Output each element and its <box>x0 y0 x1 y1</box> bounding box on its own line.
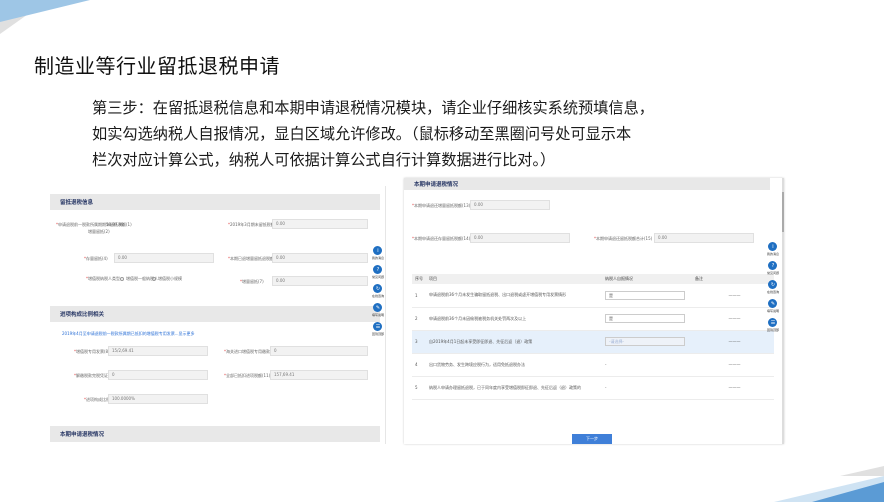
table-row: 1 申请退税前36个月未发生骗取留抵退税、出口退税或虚开增值税专用发票情形 是 … <box>412 284 774 308</box>
question-icon: ? <box>768 261 778 270</box>
tool-top[interactable]: ☰ 回到顶部 <box>767 318 779 332</box>
step-instructions: 第三步：在留抵退税信息和本期申请退税情况模块，请企业仔细核实系统预填信息， 如实… <box>92 95 732 173</box>
col-note: 备注 <box>692 274 774 284</box>
menu-icon: ☰ <box>768 318 778 327</box>
corner-decoration-bottom-right-blue <box>812 482 884 502</box>
answer-select[interactable]: 是 <box>605 290 685 300</box>
field-j-label: *全部已抵扣进项税额(11) <box>224 373 271 378</box>
table-row: 4 出口货物劳务、发生跨境应税行为，适用免抵退税办法 - ——— <box>412 353 774 377</box>
corner-decoration-bottom-right-gray <box>840 466 884 476</box>
table-header-row: 序号 项目 纳税人自报情况 备注 <box>412 274 774 284</box>
table-row: 5 纳税人申请办理留抵退税，已于同年度内享受增值税即征即退、先征后返（退）政策的… <box>412 376 774 400</box>
field-d-input[interactable]: 0.00 <box>272 253 368 263</box>
table-row: 3 自2019年4月1日起未享受即征即退、先征后返（退）政策 -请选择- ——— <box>412 330 774 354</box>
col-item: 项目 <box>426 274 602 284</box>
pencil-icon: ✎ <box>373 303 383 312</box>
tool-messages[interactable]: i 我的消息 <box>767 242 779 256</box>
field-g-label: *增值税专用发票(8) <box>74 349 110 354</box>
screenshot-refund-info: 留抵退税信息 *申请退税前一税款所属期期末留抵税额(1) 58.97.98 增量… <box>50 186 386 444</box>
refund-field-c-input[interactable]: 0.00 <box>654 233 754 243</box>
screenshot-current-refund: 本期申请退税情况 *本期申请退还增量留抵税额(13) 0.00 *本期申请退还存… <box>404 178 784 444</box>
section-refund-info-title: 留抵退税信息 <box>50 194 380 210</box>
info-icon: i <box>768 242 778 251</box>
info-icon: i <box>373 246 383 255</box>
field-i-input[interactable]: 0 <box>108 370 208 380</box>
tool-faq[interactable]: ? 常见问题 <box>767 261 779 275</box>
refund-field-a-label: *本期申请退还增量留抵税额(13) <box>412 203 471 208</box>
pencil-icon: ✎ <box>768 299 778 308</box>
field-k-input[interactable]: 100.0000% <box>108 394 208 404</box>
show-more-link[interactable]: 2019年4月至申请退税前一税款所属期已抵扣的增值税专用发票...显示更多 <box>62 331 195 337</box>
field-a-value: 58.97.98 <box>106 222 124 227</box>
step-line-1: 第三步：在留抵退税信息和本期申请退税情况模块，请企业仔细核实系统预填信息， <box>92 99 654 117</box>
tool-guide[interactable]: ✎ 填写说明 <box>767 299 779 313</box>
tool-top[interactable]: ☰ 回到顶部 <box>372 322 384 336</box>
side-toolbar: i 我的消息 ? 常见问题 ↻ 在线咨询 ✎ 填写说明 ☰ 回到顶部 <box>766 242 780 332</box>
step-line-3: 栏次对应计算公式，纳税人可依据计算公式自行计算数据进行比对。） <box>92 151 556 169</box>
field-f-label: *增量留抵(7) <box>240 279 264 284</box>
field-b-input[interactable]: 0.00 <box>272 219 368 229</box>
field-h-input[interactable]: 0 <box>270 346 368 356</box>
tool-consult[interactable]: ↻ 在线咨询 <box>372 284 384 298</box>
step-line-2: 如实勾选纳税人自报情况，显白区域允许修改。（鼠标移动至黑圈问号处可显示本 <box>92 125 632 143</box>
field-f-input[interactable]: 0.00 <box>272 276 368 286</box>
slide-title: 制造业等行业留抵退税申请 <box>34 54 280 78</box>
next-step-button[interactable]: 下一步 <box>572 434 612 444</box>
field-a-sub: 增量留抵(2) <box>88 229 110 234</box>
field-j-input[interactable]: 157,69.41 <box>270 370 368 380</box>
answer-select[interactable]: 是 <box>605 314 685 323</box>
tool-messages[interactable]: i 我的消息 <box>372 246 384 260</box>
field-e-label: *增值税纳税人类型 <box>86 276 120 281</box>
tool-consult[interactable]: ↻ 在线咨询 <box>767 280 779 294</box>
answer-value: - <box>602 353 692 377</box>
answer-value: - <box>602 376 692 400</box>
col-no: 序号 <box>412 274 426 284</box>
section-input-ratio-title: 进项构成比例相关 <box>50 306 380 322</box>
refresh-icon: ↻ <box>768 280 778 289</box>
self-report-table: 序号 项目 纳税人自报情况 备注 1 申请退税前36个月未发生骗取留抵退税、出口… <box>412 274 774 400</box>
table-row: 2 申请退税前36个月未因偷税被税务机关处罚两次及以上 是 ——— <box>412 307 774 331</box>
tool-faq[interactable]: ? 常见问题 <box>372 265 384 279</box>
tool-guide[interactable]: ✎ 填写说明 <box>372 303 384 317</box>
side-toolbar: i 我的消息 ? 常见问题 ↻ 在线咨询 ✎ 填写说明 ☰ 回到顶部 <box>371 246 385 336</box>
refund-field-b-label: *本期申请退还存量留抵税额(14) <box>412 236 471 241</box>
refresh-icon: ↻ <box>373 284 383 293</box>
menu-icon: ☰ <box>373 322 383 331</box>
corner-decoration-top-left-blue <box>0 0 90 22</box>
taxpayer-type-radio-2[interactable]: 增值税小规模 <box>152 276 182 282</box>
field-g-input[interactable]: 15/2,69.41 <box>108 346 208 356</box>
col-answer: 纳税人自报情况 <box>602 274 692 284</box>
refund-field-c-label: *本期申请退还留抵税额合计(15) <box>594 236 653 241</box>
field-c-label: *存量留抵(4) <box>84 256 108 261</box>
scrollbar-thumb[interactable] <box>782 192 784 232</box>
answer-select[interactable]: -请选择- <box>605 337 685 346</box>
refund-field-b-input[interactable]: 0.00 <box>470 233 570 243</box>
section-current-refund-title: 本期申请退税情况 <box>404 178 770 190</box>
question-icon: ? <box>373 265 383 274</box>
section-current-refund-title: 本期申请退税情况 <box>50 426 380 442</box>
refund-field-a-input[interactable]: 0.00 <box>470 200 550 210</box>
field-c-input[interactable]: 0.00 <box>114 253 214 263</box>
